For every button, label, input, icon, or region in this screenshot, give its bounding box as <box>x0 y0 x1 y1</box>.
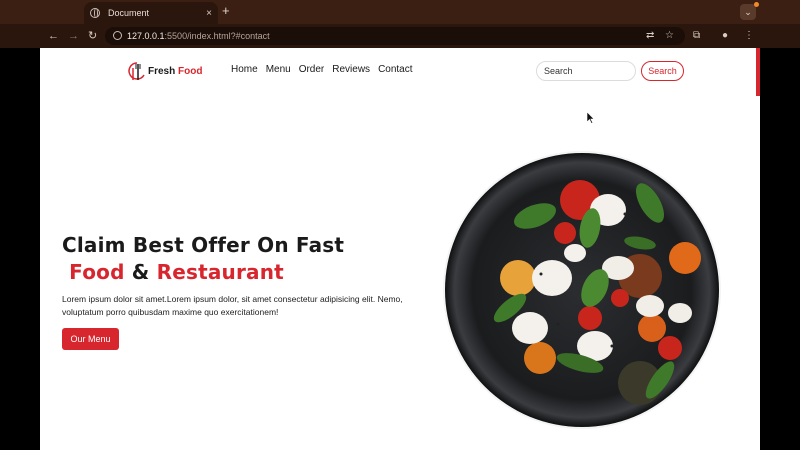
nav-item-home[interactable]: Home <box>231 64 258 75</box>
new-tab-button[interactable]: + <box>222 4 230 18</box>
nav-menu: Home Menu Order Reviews Contact <box>231 64 413 75</box>
fork-knife-logo-icon <box>128 60 146 82</box>
address-bar[interactable]: 127.0.0.1:5500/index.html?#contact <box>105 27 685 45</box>
star-icon[interactable]: ☆ <box>665 30 674 42</box>
url-host: 127.0.0.1 <box>127 31 165 41</box>
reload-icon[interactable]: ↻ <box>88 29 97 43</box>
our-menu-button[interactable]: Our Menu <box>62 328 119 350</box>
nav-item-menu[interactable]: Menu <box>266 64 291 75</box>
tab-document[interactable]: Document × <box>84 2 218 24</box>
nav-item-reviews[interactable]: Reviews <box>332 64 370 75</box>
search-button[interactable]: Search <box>641 61 684 81</box>
browser-window: Document × + ⌄ ← → ↻ 127.0.0.1:5500/inde… <box>0 0 800 450</box>
notification-dot <box>754 2 759 7</box>
browser-toolbar: ← → ↻ 127.0.0.1:5500/index.html?#contact… <box>0 24 800 48</box>
hero-title-restaurant: Restaurant <box>156 260 284 284</box>
nav-item-contact[interactable]: Contact <box>378 64 412 75</box>
back-icon[interactable]: ← <box>48 29 59 43</box>
salad-plate-image <box>440 148 724 432</box>
logo-text-food: Food <box>178 65 203 77</box>
web-page: Fresh Food Home Menu Order Reviews Conta… <box>40 48 760 450</box>
logo-text-fresh: Fresh <box>148 65 176 77</box>
translate-icon[interactable]: ⇄ <box>646 30 654 42</box>
globe-icon <box>90 8 100 18</box>
hero-title: Claim Best Offer On Fast Food & Restaura… <box>62 232 344 286</box>
tab-strip: Document × + ⌄ <box>0 0 800 24</box>
forward-icon[interactable]: → <box>68 29 79 43</box>
tab-search-button[interactable]: ⌄ <box>740 4 756 20</box>
search-input[interactable] <box>536 61 636 81</box>
site-info-icon[interactable] <box>113 31 122 40</box>
nav-item-order[interactable]: Order <box>299 64 325 75</box>
tab-close-button[interactable]: × <box>206 8 212 19</box>
tab-title: Document <box>108 8 150 18</box>
hero-title-amp: & <box>131 260 150 284</box>
extensions-icon[interactable]: ⧉ <box>693 30 700 42</box>
hero-title-food: Food <box>69 260 125 284</box>
menu-dots-icon[interactable]: ⋮ <box>744 30 754 42</box>
logo-text: Fresh Food <box>148 66 202 77</box>
hero-title-line1: Claim Best Offer On Fast <box>62 233 345 257</box>
site-navbar: Fresh Food Home Menu Order Reviews Conta… <box>40 48 760 94</box>
hero-description: Lorem ipsum dolor sit amet.Lorem ipsum d… <box>62 294 403 317</box>
site-logo[interactable]: Fresh Food <box>128 60 202 82</box>
profile-icon[interactable]: ● <box>722 30 728 42</box>
url-path: :5500/index.html?#contact <box>164 31 270 41</box>
